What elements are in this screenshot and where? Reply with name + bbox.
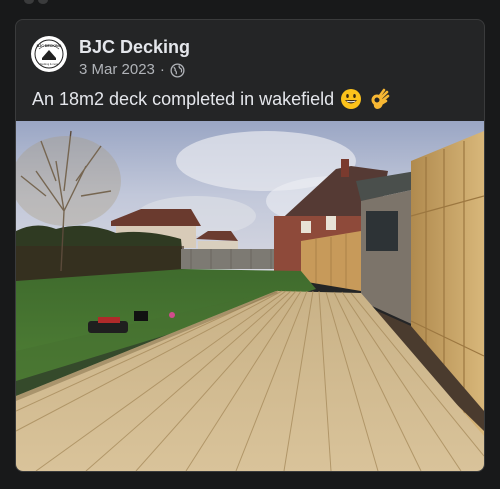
- avatar[interactable]: BJC DECKING Decking & more: [31, 36, 67, 72]
- globe-icon: [170, 62, 185, 78]
- page-name[interactable]: BJC Decking: [79, 36, 190, 58]
- ok-hand-icon: [371, 88, 390, 109]
- post-text: An 18m2 deck completed in wakefield: [32, 89, 335, 109]
- deck-photo: [16, 121, 484, 471]
- post-photo[interactable]: [16, 121, 484, 471]
- post-meta: 3 Mar 2023 ·: [79, 60, 185, 80]
- avatar-logo-text: BJC DECKING: [37, 44, 62, 48]
- previous-post-dot: [24, 0, 34, 4]
- post-card: BJC DECKING Decking & more BJC Decking 3…: [15, 19, 485, 472]
- avatar-logo-subtext: Decking & more: [40, 62, 59, 66]
- smiling-face-icon: [341, 89, 362, 109]
- previous-post-edge: [0, 0, 500, 10]
- post-date[interactable]: 3 Mar 2023: [79, 60, 155, 80]
- previous-post-dot: [38, 0, 48, 4]
- bjc-logo-icon: BJC DECKING Decking & more: [32, 37, 66, 71]
- post-text-row: An 18m2 deck completed in wakefield: [32, 86, 390, 112]
- meta-separator: ·: [159, 61, 165, 78]
